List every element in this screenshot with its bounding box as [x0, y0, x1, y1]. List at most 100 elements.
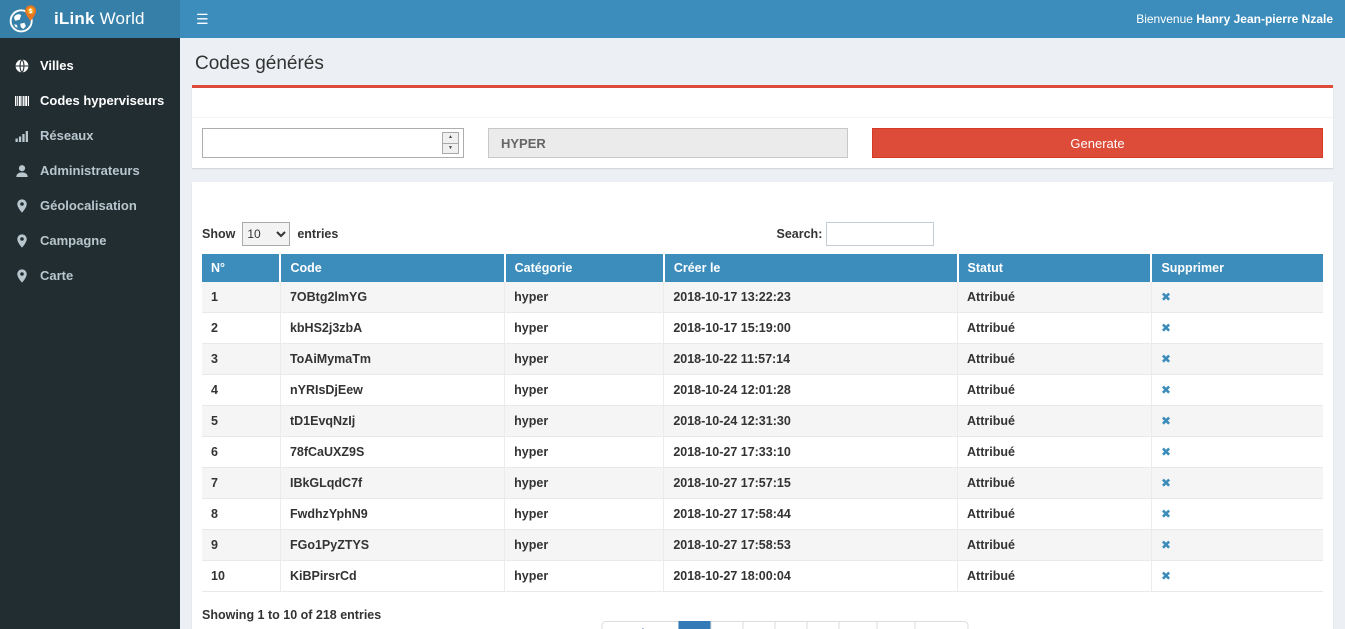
- cell-status: Attribué: [958, 530, 1152, 561]
- delete-icon[interactable]: ✖: [1161, 445, 1171, 459]
- delete-icon[interactable]: ✖: [1161, 321, 1171, 335]
- cell-category: hyper: [505, 375, 664, 406]
- app-logo[interactable]: $ iLink World: [0, 0, 180, 38]
- sidebar: Villes Codes hyperviseurs Réseaux Administr…: [0, 38, 180, 629]
- pagination-button-1[interactable]: 1: [679, 621, 712, 629]
- pagination-button-2[interactable]: 2: [711, 621, 744, 629]
- pagination-button-previous[interactable]: Previous: [601, 621, 680, 629]
- table-footer: Showing 1 to 10 of 218 entries Previous1…: [202, 592, 1323, 629]
- sidebar-item-label: Villes: [40, 58, 74, 73]
- cell-status: Attribué: [958, 499, 1152, 530]
- delete-icon[interactable]: ✖: [1161, 507, 1171, 521]
- cell-code: KiBPirsrCd: [280, 561, 504, 592]
- delete-icon[interactable]: ✖: [1161, 476, 1171, 490]
- column-header[interactable]: Créer le: [664, 254, 958, 282]
- column-header[interactable]: Code: [280, 254, 504, 282]
- table-row: 9FGo1PyZTYShyper2018-10-27 17:58:53Attri…: [202, 530, 1323, 561]
- page-length-select[interactable]: 10: [242, 222, 290, 246]
- sidebar-item-carte[interactable]: Carte: [0, 258, 180, 293]
- cell-code: ToAiMymaTm: [280, 344, 504, 375]
- delete-icon[interactable]: ✖: [1161, 538, 1171, 552]
- sidebar-item-g-olocalisation[interactable]: Géolocalisation: [0, 188, 180, 223]
- signal-icon: [15, 129, 31, 143]
- top-header: $ iLink World ☰ Bienvenue Hanry Jean-pie…: [0, 0, 1345, 38]
- cell-category: hyper: [505, 468, 664, 499]
- cell-code: tD1EvqNzIj: [280, 406, 504, 437]
- cell-category: hyper: [505, 530, 664, 561]
- cell-num: 4: [202, 375, 280, 406]
- brand-name: iLink World: [54, 9, 145, 29]
- pagination: Previous12345…22Next: [601, 621, 968, 629]
- table-row: 17OBtg2lmYGhyper2018-10-17 13:22:23Attri…: [202, 282, 1323, 313]
- cell-status: Attribué: [958, 344, 1152, 375]
- delete-icon[interactable]: ✖: [1161, 383, 1171, 397]
- column-header[interactable]: Catégorie: [505, 254, 664, 282]
- cell-status: Attribué: [958, 437, 1152, 468]
- cell-delete: ✖: [1151, 437, 1323, 468]
- column-header[interactable]: Statut: [958, 254, 1152, 282]
- sidebar-item-r-seaux[interactable]: Réseaux: [0, 118, 180, 153]
- sidebar-item-codes-hyperviseurs[interactable]: Codes hyperviseurs: [0, 83, 180, 118]
- generator-panel: ▲ ▼ Generate: [192, 85, 1333, 168]
- map-marker-icon: [15, 199, 31, 213]
- spinner-down-button[interactable]: ▼: [443, 144, 458, 154]
- pagination-button-4[interactable]: 4: [775, 621, 808, 629]
- cell-created: 2018-10-27 17:58:53: [664, 530, 958, 561]
- cell-num: 7: [202, 468, 280, 499]
- cell-category: hyper: [505, 437, 664, 468]
- cell-code: 78fCaUXZ9S: [280, 437, 504, 468]
- cell-category: hyper: [505, 561, 664, 592]
- user-name: Hanry Jean-pierre Nzale: [1196, 12, 1333, 26]
- search-label: Search:: [777, 227, 823, 241]
- welcome-text: Bienvenue Hanry Jean-pierre Nzale: [1136, 12, 1333, 26]
- search-input[interactable]: [826, 222, 934, 246]
- sidebar-item-campagne[interactable]: Campagne: [0, 223, 180, 258]
- show-label: Show: [202, 227, 235, 241]
- page-title: Codes générés: [192, 38, 1333, 85]
- cell-created: 2018-10-27 18:00:04: [664, 561, 958, 592]
- cell-status: Attribué: [958, 561, 1152, 592]
- quantity-input[interactable]: [202, 128, 464, 158]
- cell-created: 2018-10-17 13:22:23: [664, 282, 958, 313]
- cell-delete: ✖: [1151, 282, 1323, 313]
- pagination-button-5[interactable]: 5: [807, 621, 840, 629]
- table-row: 7IBkGLqdC7fhyper2018-10-27 17:57:15Attri…: [202, 468, 1323, 499]
- pagination-button-22[interactable]: 22: [876, 621, 916, 629]
- column-header[interactable]: N°: [202, 254, 280, 282]
- generate-button[interactable]: Generate: [872, 128, 1323, 158]
- cell-created: 2018-10-22 11:57:14: [664, 344, 958, 375]
- entries-label: entries: [297, 227, 338, 241]
- cell-delete: ✖: [1151, 313, 1323, 344]
- cell-category: hyper: [505, 344, 664, 375]
- pagination-ellipsis: …: [839, 621, 878, 629]
- table-row: 5tD1EvqNzIjhyper2018-10-24 12:31:30Attri…: [202, 406, 1323, 437]
- cell-status: Attribué: [958, 282, 1152, 313]
- cell-code: IBkGLqdC7f: [280, 468, 504, 499]
- sidebar-item-villes[interactable]: Villes: [0, 48, 180, 83]
- spinner-up-button[interactable]: ▲: [443, 133, 458, 144]
- category-input: [488, 128, 848, 158]
- user-icon: [15, 164, 31, 178]
- pagination-button-3[interactable]: 3: [743, 621, 776, 629]
- cell-code: kbHS2j3zbA: [280, 313, 504, 344]
- cell-num: 9: [202, 530, 280, 561]
- cell-delete: ✖: [1151, 468, 1323, 499]
- cell-num: 8: [202, 499, 280, 530]
- hamburger-icon[interactable]: ☰: [192, 11, 213, 28]
- delete-icon[interactable]: ✖: [1161, 290, 1171, 304]
- column-header[interactable]: Supprimer: [1151, 254, 1323, 282]
- cell-code: nYRIsDjEew: [280, 375, 504, 406]
- cell-category: hyper: [505, 406, 664, 437]
- cell-code: FwdhzYphN9: [280, 499, 504, 530]
- delete-icon[interactable]: ✖: [1161, 414, 1171, 428]
- sidebar-item-label: Réseaux: [40, 128, 93, 143]
- cell-num: 5: [202, 406, 280, 437]
- pagination-button-next[interactable]: Next: [915, 621, 968, 629]
- delete-icon[interactable]: ✖: [1161, 569, 1171, 583]
- cell-created: 2018-10-24 12:31:30: [664, 406, 958, 437]
- delete-icon[interactable]: ✖: [1161, 352, 1171, 366]
- sidebar-item-administrateurs[interactable]: Administrateurs: [0, 153, 180, 188]
- cell-code: 7OBtg2lmYG: [280, 282, 504, 313]
- table-row: 4nYRIsDjEewhyper2018-10-24 12:01:28Attri…: [202, 375, 1323, 406]
- main-content: Codes générés ▲ ▼ Generate Show 10 entri…: [180, 38, 1345, 629]
